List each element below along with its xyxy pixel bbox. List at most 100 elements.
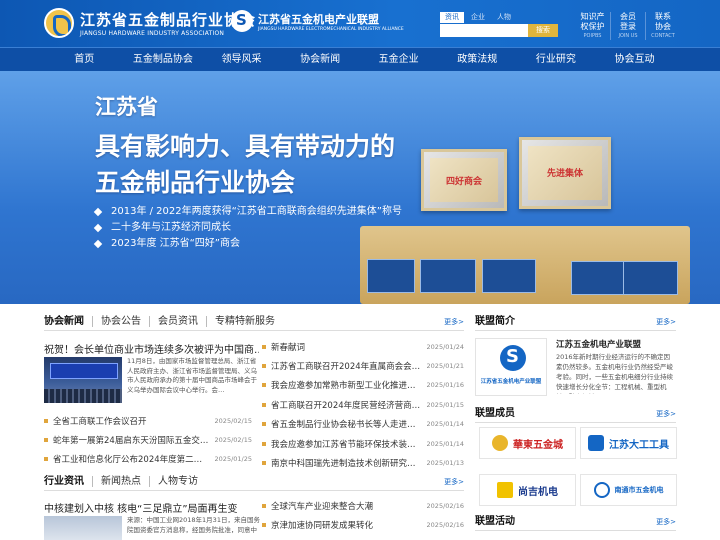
industry-feature-summary: 来源：中国工业网2018年1月31日，来自国务院国资委官方消息称，经国务院批准，… (127, 516, 260, 534)
bullet-icon (44, 457, 48, 462)
more-link[interactable]: 更多> (656, 517, 676, 527)
nav-policies[interactable]: 政策法规 (438, 48, 517, 71)
list-item[interactable]: 全省工商联工作会议召开 2025/02/15 (44, 411, 252, 430)
list-item[interactable]: 京津加速协同研发成果转化 2025/02/16 (262, 515, 464, 534)
search-input[interactable] (440, 24, 528, 37)
association-logo[interactable]: 江苏省五金制品行业协会 JIANGSU HARDWARE INDUSTRY AS… (44, 8, 256, 38)
alliance-logo-icon (500, 345, 526, 371)
tab-announcements[interactable]: 协会公告 (92, 316, 149, 327)
quick-links: 知识产 权保护 POIPBS 会员 登录 JOIN US 联系 协会 CONTA… (575, 12, 680, 40)
industry-feature-image[interactable] (44, 516, 122, 540)
tab-member-news[interactable]: 会员资讯 (149, 316, 206, 327)
hero-banner[interactable]: 江苏省 具有影响力、具有带动力的 五金制品行业协会 2013年 / 2022年两… (0, 71, 720, 304)
alliance-intro-section: 联盟简介 更多> (475, 313, 676, 331)
bullet-icon (262, 364, 266, 369)
list-item[interactable]: 全球汽车产业迎来整合大潮 2025/02/16 (262, 496, 464, 515)
news-list-right: 新春献词 2025/01/24 江苏省工商联召开2024年直属商会会长、… 2025… (262, 337, 464, 473)
tab-association-news[interactable]: 协会新闻 (44, 316, 92, 327)
award-plaque-advanced: 先进集体 (519, 137, 611, 209)
nav-research[interactable]: 行业研究 (517, 48, 596, 71)
alliance-intro-title: 联盟简介 (475, 316, 515, 327)
diamond-icon (93, 239, 103, 249)
alliance-logo[interactable]: 江苏省五金机电产业联盟 JIANGSU HARDWARE ELECTROMECH… (231, 10, 404, 32)
member-logo-nantong[interactable]: 南通市五金机电 (580, 474, 677, 506)
featured-news-title[interactable]: 祝贺！会长单位商业市场连续多次被评为中国商… (44, 341, 259, 356)
more-link[interactable]: 更多> (656, 317, 676, 327)
alliance-intro-name[interactable]: 江苏五金机电产业联盟 (556, 338, 641, 350)
member-logo-icon (492, 435, 508, 451)
alliance-logo-icon (231, 10, 253, 32)
search-tab-news[interactable]: 资讯 (440, 12, 464, 23)
list-item[interactable]: 我会应邀参加常熟市新型工业化推进大会… 2025/01/16 (262, 376, 464, 395)
alliance-name-en: JIANGSU HARDWARE ELECTROMECHANICAL INDUS… (258, 26, 404, 32)
search-tab-people[interactable]: 人物 (492, 12, 516, 23)
more-link[interactable]: 更多> (444, 477, 464, 487)
more-link[interactable]: 更多> (656, 409, 676, 419)
list-item[interactable]: 省工业和信息化厅公布2024年度第二批省… 2025/01/25 (44, 450, 252, 469)
banner-line-1: 江苏省 (95, 95, 158, 119)
alliance-activity-section: 联盟活动 更多> (475, 513, 676, 531)
tab-interviews[interactable]: 人物专访 (149, 476, 206, 487)
list-item[interactable]: 江苏省工商联召开2024年直属商会会长、… 2025/01/21 (262, 356, 464, 375)
bullet-icon (44, 438, 48, 443)
alliance-activity-title: 联盟活动 (475, 516, 515, 527)
member-logo-icon (497, 482, 513, 498)
association-name-en: JIANGSU HARDWARE INDUSTRY ASSOCIATION (80, 30, 225, 37)
member-login-link[interactable]: 会员 登录 JOIN US (610, 12, 645, 40)
award-board (482, 259, 536, 293)
nav-leaders[interactable]: 领导风采 (202, 48, 281, 71)
tab-industry-news[interactable]: 行业资讯 (44, 476, 92, 487)
alliance-members-section: 联盟成员 更多> (475, 405, 676, 423)
tab-specialized-services[interactable]: 专精特新服务 (206, 316, 283, 327)
bullet-icon (262, 422, 266, 427)
search-button[interactable]: 搜索 (528, 24, 558, 37)
nav-interaction[interactable]: 协会互动 (595, 48, 674, 71)
list-item[interactable]: 南京中科国瑞先进制造技术创新研究院有… 2025/01/13 (262, 453, 464, 472)
member-logo-dagong[interactable]: 江苏大工工具 (580, 427, 677, 459)
tab-hot-news[interactable]: 新闻热点 (92, 476, 149, 487)
bullet-icon (262, 503, 266, 508)
list-item[interactable]: 新春献词 2025/01/24 (262, 337, 464, 356)
industry-section: 行业资讯 新闻热点 人物专访 更多> (44, 473, 464, 491)
award-board (571, 261, 627, 295)
search-tab-company[interactable]: 企业 (466, 12, 490, 23)
news-list-left: 全省工商联工作会议召开 2025/02/15 蛇年第一展第24届启东天汾国际五金交… (44, 411, 252, 469)
nav-companies[interactable]: 五金企业 (359, 48, 438, 71)
banner-bullet: 二十多年与江苏经济同成长 (111, 222, 231, 233)
industry-feature-title[interactable]: 中核建划入中核 核电“三足鼎立”局面再生变 (44, 500, 238, 515)
list-item[interactable]: 蛇年第一展第24届启东天汾国际五金交易… 2025/02/15 (44, 430, 252, 449)
featured-news-summary: 11月8日，由国家市场监督管理总局、浙江省人民政府主办、浙江省市场监督管理局、义… (127, 357, 257, 394)
banner-bullets: 2013年 / 2022年两度获得“江苏省工商联商会组织先进集体”称号 二十多年… (93, 204, 402, 252)
association-name: 江苏省五金制品行业协会 (80, 11, 257, 29)
news-section: 协会新闻 协会公告 会员资讯 专精特新服务 更多> (44, 313, 464, 331)
member-logo-huadong[interactable]: 華東五金城 (479, 427, 576, 459)
list-item[interactable]: 我会应邀参加江苏省节能环保技术装备行… 2025/01/14 (262, 434, 464, 453)
award-board (623, 261, 678, 295)
list-item[interactable]: 省工商联召开2024年度民营经济营商环境… 2025/01/15 (262, 395, 464, 414)
nav-home[interactable]: 首页 (45, 48, 124, 71)
list-item[interactable]: 省五金制品行业协会秘书长等人走进南京… 2025/01/14 (262, 415, 464, 434)
alliance-name: 江苏省五金机电产业联盟 (258, 12, 379, 26)
award-board (367, 259, 415, 293)
award-board (420, 259, 476, 293)
bullet-icon (44, 418, 48, 423)
ip-protection-link[interactable]: 知识产 权保护 POIPBS (575, 12, 610, 40)
banner-line-2: 具有影响力、具有带动力的 (95, 132, 396, 161)
member-logo-icon (593, 482, 610, 498)
industry-news-list: 全球汽车产业迎来整合大潮 2025/02/16 京津加速协同研发成果转化 2025/… (262, 496, 464, 535)
bullet-icon (262, 523, 266, 528)
diamond-icon (93, 207, 103, 217)
contact-link[interactable]: 联系 协会 CONTACT (645, 12, 680, 40)
nav-association[interactable]: 五金制品协会 (124, 48, 203, 71)
alliance-intro-logo[interactable]: 江苏省五金机电产业联盟 (475, 338, 547, 396)
bullet-icon (262, 383, 266, 388)
association-logo-icon (44, 8, 74, 38)
nav-news[interactable]: 协会新闻 (281, 48, 360, 71)
diamond-icon (93, 223, 103, 233)
banner-bullet: 2013年 / 2022年两度获得“江苏省工商联商会组织先进集体”称号 (111, 206, 402, 217)
featured-news-image[interactable] (44, 357, 122, 403)
bullet-icon (262, 344, 266, 349)
more-link[interactable]: 更多> (444, 317, 464, 327)
member-logo-shangji[interactable]: 尚吉机电 (479, 474, 576, 506)
alliance-members-title: 联盟成员 (475, 408, 515, 419)
